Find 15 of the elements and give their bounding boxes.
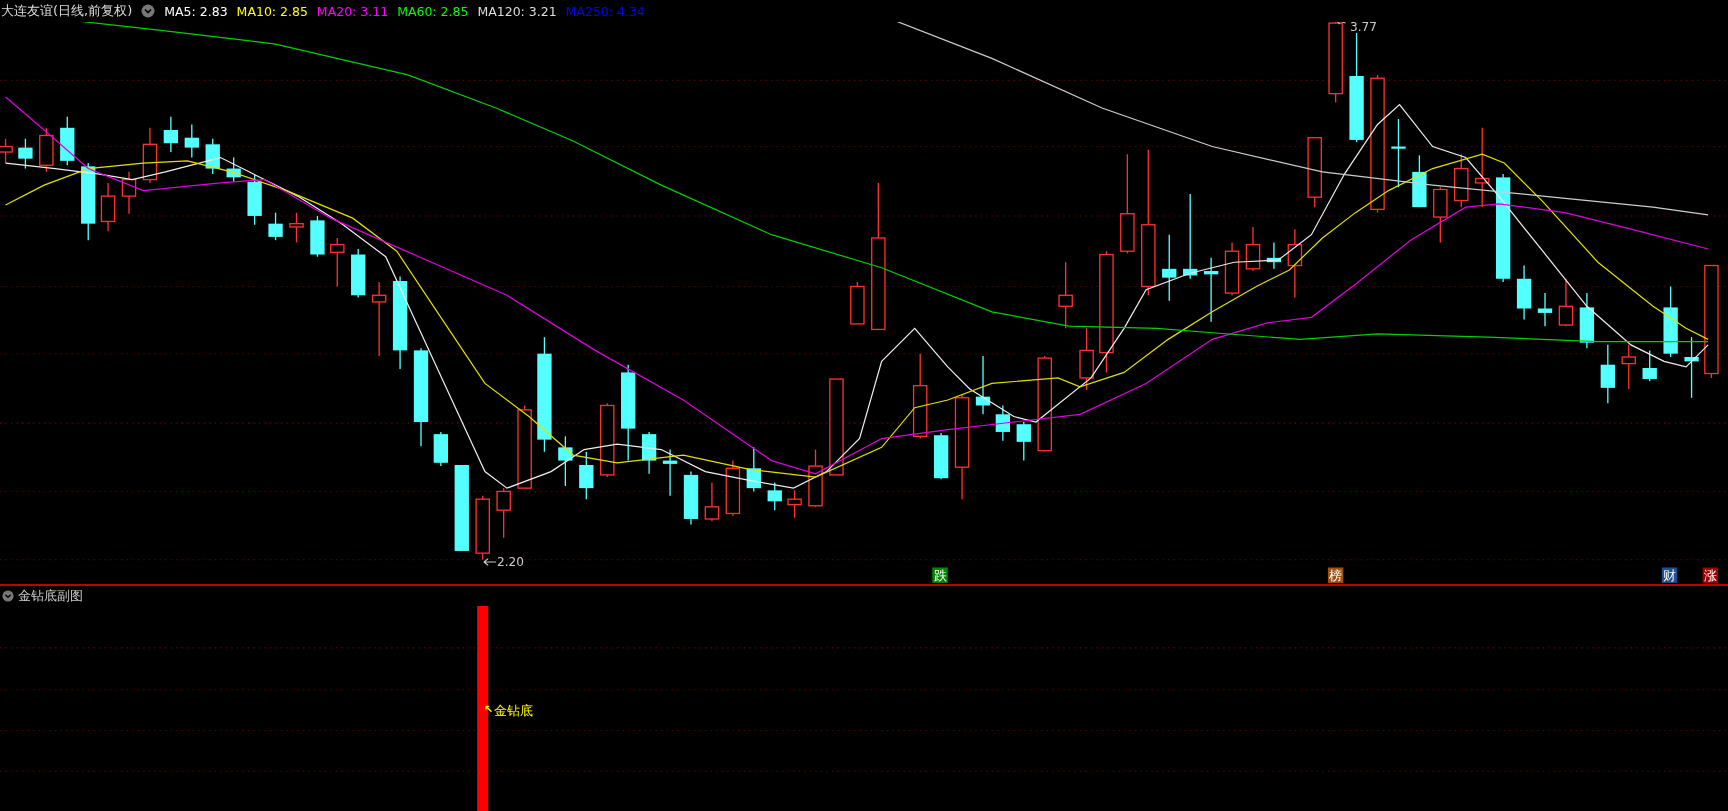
high-price-label: 3.77 <box>1349 22 1377 34</box>
signal-label: 金钻底 <box>493 703 533 719</box>
event-marker[interactable]: 涨 <box>1702 567 1718 583</box>
low-price-label: 2.20 <box>497 555 524 570</box>
indicator-value: MA60: 2.85 <box>397 3 469 19</box>
indicator-value: MA5: 2.83 <box>164 3 228 19</box>
indicator-value: MA20: 3.11 <box>316 3 389 19</box>
indicator-title: 金钻底副图 <box>18 587 83 605</box>
event-marker[interactable]: 财 <box>1661 567 1678 583</box>
indicator-value: MA10: 2.85 <box>236 3 308 19</box>
event-marker[interactable]: 榜 <box>1327 567 1344 583</box>
stock-title: 大连友谊(日线,前复权) <box>1 2 133 20</box>
event-marker[interactable]: 跌 <box>932 567 948 583</box>
indicator-value: MA250: 4.34 <box>565 3 645 19</box>
indicator-value: MA120: 3.21 <box>477 3 557 19</box>
